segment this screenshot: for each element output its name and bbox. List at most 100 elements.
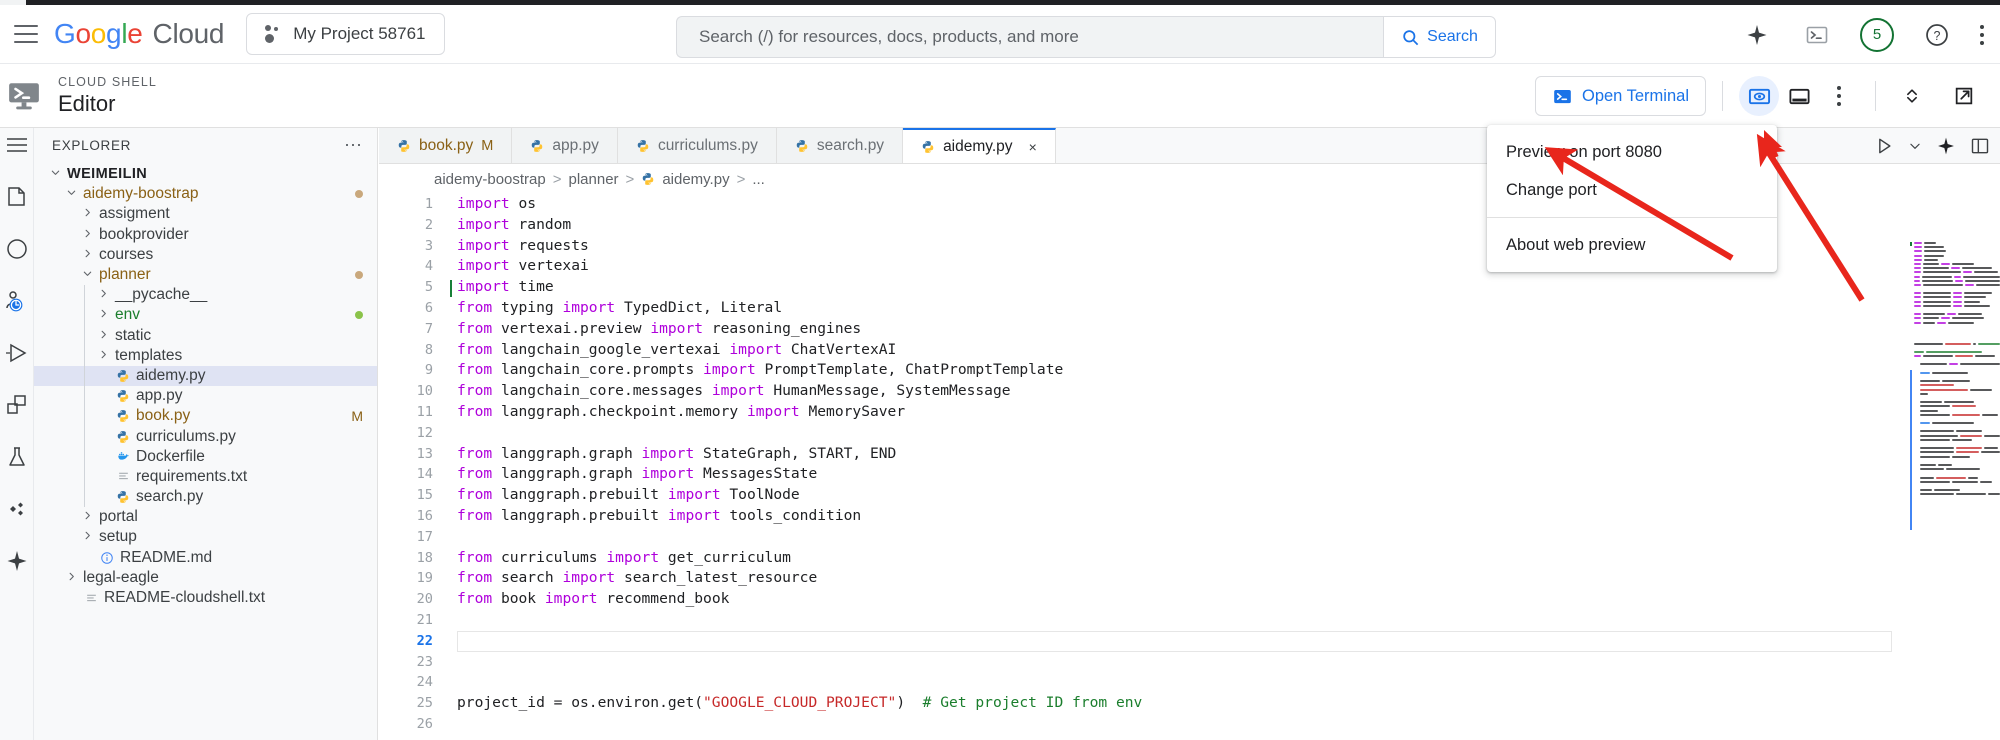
- file-tree-folder-env[interactable]: env: [34, 305, 377, 325]
- restore-collapse-icon[interactable]: [1892, 76, 1932, 116]
- menu-item-about-web-preview[interactable]: About web preview: [1487, 226, 1777, 264]
- project-picker-button[interactable]: My Project 58761: [246, 13, 444, 55]
- chevron-right-icon[interactable]: [96, 308, 110, 322]
- file-tree-folder-bookprovider[interactable]: bookprovider: [34, 225, 377, 245]
- hamburger-icon[interactable]: [14, 25, 38, 43]
- file-tree-folder-setup[interactable]: setup: [34, 527, 377, 547]
- file-tree-item-search-py[interactable]: search.py: [34, 487, 377, 507]
- minimap-line: [1920, 389, 2000, 392]
- file-modified-badge: M: [351, 408, 363, 424]
- file-tree-item-app-py[interactable]: app.py: [34, 386, 377, 406]
- split-editor-icon[interactable]: [1970, 136, 1990, 156]
- explorer-files-icon[interactable]: [4, 184, 30, 210]
- chevron-down-icon[interactable]: [80, 268, 94, 282]
- gemini-spark-icon[interactable]: [1936, 136, 1956, 156]
- minimap-token: [1920, 410, 1938, 412]
- minimap-token: [1944, 401, 1974, 403]
- file-tree-item-aidemy-py[interactable]: aidemy.py: [34, 366, 377, 386]
- gemini-spark-glyph: [1745, 23, 1769, 47]
- breadcrumb-segment[interactable]: aidemy.py: [662, 171, 729, 188]
- minimap-line: [1914, 326, 2000, 329]
- file-tree-item-Dockerfile[interactable]: Dockerfile: [34, 447, 377, 467]
- run-and-debug-icon[interactable]: [4, 340, 30, 366]
- file-tree-item-curriculums-py[interactable]: curriculums.py: [34, 426, 377, 446]
- more-options-kebab-icon[interactable]: [1819, 76, 1859, 116]
- code-line: 13from langgraph.graph import StateGraph…: [379, 444, 2000, 465]
- chevron-right-icon[interactable]: [96, 349, 110, 363]
- menu-icon[interactable]: [4, 132, 30, 158]
- editor-tab-curriculums-py[interactable]: curriculums.py: [618, 128, 777, 163]
- explorer-overflow-icon[interactable]: ⋯: [344, 140, 363, 150]
- minimap-token: [1948, 322, 1974, 324]
- more-options-kebab-icon[interactable]: [1980, 25, 1984, 45]
- chevron-down-icon[interactable]: [48, 167, 62, 181]
- menu-item-preview-on-port-8080[interactable]: Preview on port 8080: [1487, 133, 1777, 171]
- chevron-right-icon[interactable]: [80, 510, 94, 524]
- file-tree-folder-planner[interactable]: planner: [34, 265, 377, 285]
- chevron-down-icon[interactable]: [1908, 139, 1922, 153]
- open-terminal-button[interactable]: Open Terminal: [1535, 76, 1706, 116]
- editor-tab-app-py[interactable]: app.py: [512, 128, 618, 163]
- chevron-right-icon[interactable]: [80, 228, 94, 242]
- toggle-panel-icon[interactable]: [1779, 76, 1819, 116]
- file-tree-folder-templates[interactable]: templates: [34, 346, 377, 366]
- file-tree-folder-portal[interactable]: portal: [34, 507, 377, 527]
- file-tree-folder---pycache--[interactable]: __pycache__: [34, 285, 377, 305]
- code-editor[interactable]: 1import os2import random3import requests…: [379, 194, 2000, 734]
- minimap-token: [1920, 481, 1950, 483]
- code-line: 5import time: [379, 277, 2000, 298]
- menu-item-change-port[interactable]: Change port: [1487, 171, 1777, 209]
- editor-tab-book-py[interactable]: book.pyM: [379, 128, 512, 163]
- chevron-right-icon[interactable]: [80, 248, 94, 262]
- minimap-token: [1926, 351, 1982, 353]
- google-cloud-logo[interactable]: Google Cloud: [54, 18, 224, 50]
- extensions-icon[interactable]: [4, 392, 30, 418]
- testing-flask-icon[interactable]: [4, 444, 30, 470]
- file-tree-folder-legal-eagle[interactable]: legal-eagle: [34, 568, 377, 588]
- editor-tab-aidemy-py[interactable]: aidemy.py×: [903, 128, 1056, 163]
- chevron-right-icon[interactable]: [80, 207, 94, 221]
- web-preview-icon[interactable]: [1739, 76, 1779, 116]
- file-tree-item-README-md[interactable]: README.md: [34, 548, 377, 568]
- file-tree-folder-assigment[interactable]: assigment: [34, 204, 377, 224]
- file-tree-folder-static[interactable]: static: [34, 326, 377, 346]
- chevron-right-icon[interactable]: [80, 530, 94, 544]
- line-number: 2: [379, 215, 449, 236]
- minimap-line: [1914, 250, 2000, 253]
- file-tree-item-label: env: [115, 306, 140, 324]
- file-tree-folder-aidemy-boostrap[interactable]: aidemy-boostrap: [34, 184, 377, 204]
- minimap-token: [1922, 280, 1953, 282]
- file-tree-item-requirements-txt[interactable]: requirements.txt: [34, 467, 377, 487]
- gemini-spark-icon[interactable]: [1740, 18, 1774, 52]
- editor-tab-search-py[interactable]: search.py: [777, 128, 903, 163]
- breadcrumb-segment[interactable]: aidemy-boostrap: [434, 171, 546, 188]
- web-preview-menu: Preview on port 8080 Change port About w…: [1487, 125, 1777, 272]
- search-button[interactable]: Search: [1383, 16, 1496, 58]
- close-icon[interactable]: ×: [1029, 139, 1037, 155]
- search-circle-icon[interactable]: [4, 236, 30, 262]
- file-tree-folder-courses[interactable]: courses: [34, 245, 377, 265]
- billing-credits-badge[interactable]: 5: [1860, 18, 1894, 52]
- file-tree-folder-WEIMEILIN[interactable]: WEIMEILIN: [34, 164, 377, 184]
- breadcrumb-segment[interactable]: planner: [569, 171, 619, 188]
- minimap-token: [1923, 313, 1945, 315]
- cloud-shell-terminal-icon[interactable]: [1800, 18, 1834, 52]
- chevron-right-icon[interactable]: [96, 329, 110, 343]
- minimap-token: [1914, 271, 1921, 273]
- chevron-right-icon[interactable]: [64, 571, 78, 585]
- file-tree-item-book-py[interactable]: book.pyM: [34, 406, 377, 426]
- minimap-token: [1932, 422, 1974, 424]
- run-python-file-icon[interactable]: [1874, 136, 1894, 156]
- help-icon[interactable]: ?: [1920, 18, 1954, 52]
- breadcrumb-segment[interactable]: ...: [752, 171, 765, 188]
- minimap-line: [1914, 255, 2000, 258]
- open-new-window-icon[interactable]: [1944, 76, 1984, 116]
- editor-minimap[interactable]: [1908, 230, 2000, 734]
- gemini-code-assist-icon[interactable]: [4, 548, 30, 574]
- file-tree-item-README-cloudshell-txt[interactable]: README-cloudshell.txt: [34, 588, 377, 608]
- chevron-down-icon[interactable]: [64, 187, 78, 201]
- search-input[interactable]: Search (/) for resources, docs, products…: [676, 16, 1383, 58]
- cloud-code-icon[interactable]: [4, 496, 30, 522]
- source-control-history-icon[interactable]: [4, 288, 30, 314]
- chevron-right-icon[interactable]: [96, 288, 110, 302]
